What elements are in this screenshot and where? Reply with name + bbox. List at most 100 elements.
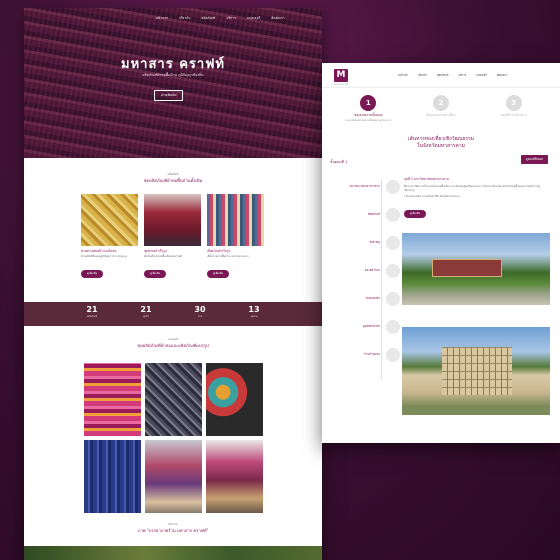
product-text: เสื้อผ้าทอลายพื้นบ้าน หลากหลายแบบ	[207, 255, 249, 259]
stop-description: ศึกษาประวัติความเป็นมาของผ้าทอพื้นเมือง …	[404, 185, 540, 192]
building	[442, 347, 512, 395]
timeline-dot	[386, 320, 400, 334]
homepage-mockup: หน้าแรก เกี่ยวกับ ผลิตภัณฑ์ บริการ แกลเล…	[24, 8, 322, 560]
nav-link-home[interactable]: หน้าแรก	[156, 16, 168, 21]
top-nav: หน้าแรก เกี่ยวกับ ผลิตภัณฑ์ บริการ แกลเล…	[156, 16, 285, 21]
timeline-line	[381, 179, 382, 379]
gallery-image[interactable]	[206, 440, 263, 513]
gallery-image[interactable]	[145, 363, 202, 436]
stat-item: 30 ลาย	[190, 306, 210, 326]
nav-link-products[interactable]: ผลิตภัณฑ์	[202, 16, 216, 21]
timeline-label: พิพิธภัณฑ์	[367, 212, 380, 217]
product-title: ผ้าทอลายมัดหมี่ แบบดั้งเดิม	[81, 249, 117, 253]
step-title: แผนที่การเดินทาง	[500, 113, 527, 117]
step-number: 2	[432, 95, 449, 111]
product-cards: ผ้าทอลายมัดหมี่ แบบดั้งเดิม ผ้าทอมือที่ส…	[81, 194, 264, 278]
gallery-image[interactable]	[206, 363, 263, 436]
product-image	[144, 194, 201, 246]
stat-number: 21	[140, 305, 152, 314]
product-more-button[interactable]: ดูเพิ่มเติม	[144, 269, 167, 278]
product-image	[207, 194, 264, 246]
timeline-dot	[386, 292, 400, 306]
gallery-image[interactable]	[84, 363, 141, 436]
product-card[interactable]: เสื้อผ้าทอสำเร็จรูป เสื้อผ้าทอลายพื้นบ้า…	[207, 194, 264, 278]
nav-link-gallery[interactable]: แกลเลอรี่	[476, 73, 487, 78]
page-title-line: เส้นทางท่องเที่ยวเชิงวัฒนธรรม	[407, 136, 475, 142]
stop-more-button[interactable]: ดูเพิ่มเติม	[404, 210, 427, 219]
stop-heading: จุดที่ 1 มหาวิทยาลัยมหาสารคาม	[404, 177, 449, 181]
nav-link-about[interactable]: เกี่ยวกับ	[179, 16, 190, 21]
product-title: เสื้อผ้าทอสำเร็จรูป	[207, 249, 231, 253]
list-header: ขั้นตอนที่ 1	[330, 160, 348, 164]
nav-link-products[interactable]: ผลิตภัณฑ์	[437, 73, 448, 78]
product-gallery	[84, 363, 263, 513]
stop-location-text: ตำบลขามเรียง อำเภอกันทรวิชัย จังหวัดมหาส…	[406, 195, 460, 199]
nav-links: หน้าแรก เกี่ยวกับ ผลิตภัณฑ์ บริการ แกลเล…	[398, 73, 507, 78]
view-map-button[interactable]: ดูแผนที่ทั้งหมด	[520, 155, 548, 164]
nav-link-contact[interactable]: ติดต่อเรา	[497, 73, 508, 78]
gallery-image[interactable]	[84, 440, 141, 513]
nav-link-contact[interactable]: ติดต่อเรา	[271, 16, 284, 21]
hero-banner: หน้าแรก เกี่ยวกับ ผลิตภัณฑ์ บริการ แกลเล…	[24, 8, 322, 158]
timeline-label: ร้านค้าชุมชน	[364, 352, 380, 357]
hero-title: มหาสาร คราฟท์	[121, 57, 225, 72]
timeline-item[interactable]: ร้านค้าชุมชน	[330, 341, 400, 369]
timeline-dot	[386, 208, 400, 222]
timeline-dot	[386, 264, 400, 278]
section-title: ชุดผลิตภัณฑ์ผ้าทอและผลิตภัณฑ์แปรรูป	[137, 343, 209, 348]
timeline-label: มหาวิทยาลัยมหาสารคาม	[349, 184, 380, 189]
timeline-dot	[386, 348, 400, 362]
timeline-item[interactable]: มหาวิทยาลัยมหาสารคาม	[330, 173, 400, 201]
stop-photo-building	[402, 327, 550, 415]
stat-item: 21 ผลิตภัณฑ์	[82, 306, 102, 326]
nav-link-services[interactable]: บริการ	[227, 16, 237, 21]
gallery-image[interactable]	[145, 440, 202, 513]
step-number: 3	[505, 95, 522, 111]
top-nav: M หน้าแรก เกี่ยวกับ ผลิตภัณฑ์ บริการ แกล…	[322, 63, 560, 88]
product-card[interactable]: ชุดผ้าทอสำเร็จรูป ตัดเย็บด้วยผ้าทอพื้นเม…	[144, 194, 201, 278]
product-more-button[interactable]: ดูเพิ่มเติม	[207, 269, 230, 278]
hero-read-more-button[interactable]: อ่านเพิ่มเติม	[154, 90, 184, 101]
stats-bar: 21 ผลิตภัณฑ์ 21 ลูกค้า 30 ลาย 13 ชุมชน	[24, 302, 322, 326]
timeline-item[interactable]: ชุมชนทอผ้า	[330, 285, 400, 313]
page-title-line: ในจังหวัดมหาสารคาม	[417, 143, 465, 149]
timeline-label: ศูนย์หัตถกรรม	[362, 324, 380, 329]
stat-number: 30	[194, 305, 206, 314]
stat-label: ลูกค้า	[143, 315, 149, 318]
step-2[interactable]: 2 ข้อมูลแหล่งท่องเที่ยว	[413, 95, 468, 122]
timeline-item[interactable]: ศูนย์หัตถกรรม	[330, 313, 400, 341]
timeline-item[interactable]: พิพิธภัณฑ์	[330, 201, 400, 229]
nav-link-services[interactable]: บริการ	[458, 73, 466, 78]
products-section-header: ผลิตภัณฑ์ ชุดผลิตภัณฑ์ผ้าทอพื้นบ้านดั้งเ…	[24, 173, 322, 184]
step-3[interactable]: 3 แผนที่การเดินทาง	[486, 95, 541, 122]
route-timeline: มหาวิทยาลัยมหาสารคาม พิพิธภัณฑ์ วัดสำคัญ…	[330, 173, 400, 379]
nav-link-about[interactable]: เกี่ยวกับ	[418, 73, 427, 78]
stop-detail: จุดที่ 1 มหาวิทยาลัยมหาสารคาม ศึกษาประวั…	[404, 177, 549, 219]
gallery-section-header: แกลเลอรี่ ชุดผลิตภัณฑ์ผ้าทอและผลิตภัณฑ์แ…	[24, 338, 322, 349]
product-more-button[interactable]: ดูเพิ่มเติม	[81, 269, 104, 278]
logo-caption: มหาสาร คราฟท์	[334, 84, 349, 86]
site-logo[interactable]: M	[334, 68, 348, 82]
section-title: ชุดผลิตภัณฑ์ผ้าทอพื้นบ้านดั้งเดิม	[143, 178, 203, 183]
timeline-item[interactable]: วัดสำคัญ	[330, 229, 400, 257]
timeline-item[interactable]: ตลาดผ้าไหม	[330, 257, 400, 285]
stop-location: ⌖ ตำบลขามเรียง อำเภอกันทรวิชัย จังหวัดมห…	[404, 195, 549, 199]
stop-photo-entrance	[402, 233, 550, 305]
step-1[interactable]: 1 ขอบเขตงานทั้งหมด รายละเอียดขอบเขตงานทั…	[341, 95, 396, 122]
product-text: ตัดเย็บด้วยผ้าทอพื้นเมืองคุณภาพดี	[144, 255, 182, 259]
entrance-sign	[432, 259, 502, 277]
nav-link-home[interactable]: หน้าแรก	[398, 73, 408, 78]
section-title: ภาพ "บรรยากาศร้าน มหาสาร คราฟท์"	[137, 528, 209, 533]
product-card[interactable]: ผ้าทอลายมัดหมี่ แบบดั้งเดิม ผ้าทอมือที่ส…	[81, 194, 138, 278]
activity-photo-strip	[24, 546, 322, 560]
activity-section-header: กิจกรรม ภาพ "บรรยากาศร้าน มหาสาร คราฟท์"	[24, 523, 322, 534]
timeline-label: ตลาดผ้าไหม	[364, 268, 380, 273]
stat-item: 13 ชุมชน	[244, 306, 264, 326]
product-image	[81, 194, 138, 246]
stat-item: 21 ลูกค้า	[136, 306, 156, 326]
step-text: รายละเอียดขอบเขตงานทั้งหมด ของโครงการ	[345, 119, 392, 122]
nav-link-gallery[interactable]: แกลเลอรี่	[247, 16, 260, 21]
step-title: ขอบเขตงานทั้งหมด	[354, 113, 383, 117]
step-number: 1	[360, 95, 377, 111]
product-text: ผ้าทอมือที่สืบทอดภูมิปัญญาจากบรรพบุรุษ	[81, 255, 127, 259]
